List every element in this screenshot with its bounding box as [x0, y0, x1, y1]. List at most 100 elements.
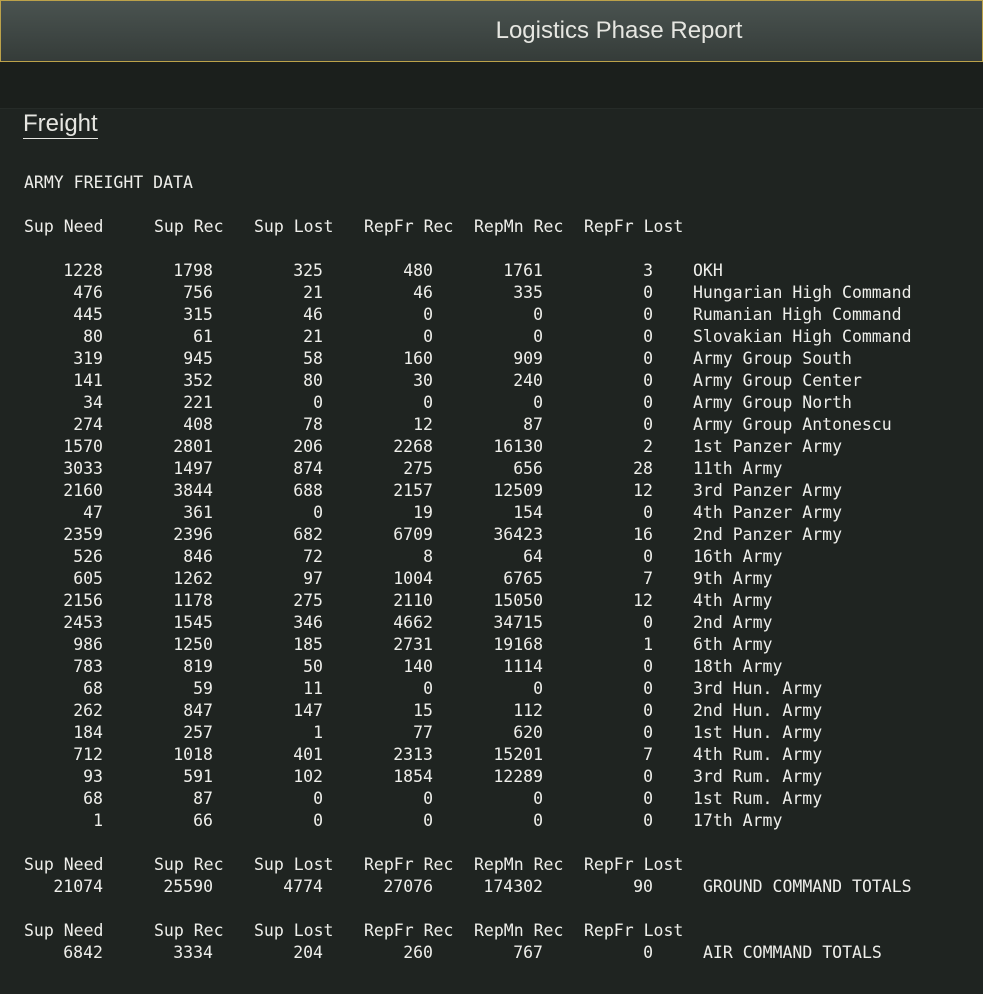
cell-repfr-rec: 27076 — [383, 877, 433, 896]
cell-sup-need: 6842 — [63, 943, 103, 962]
cell-repfr-rec: 15 — [413, 701, 433, 720]
freight-tab-heading[interactable]: Freight — [23, 110, 98, 139]
cell-repmn-rec: 656 — [513, 459, 543, 478]
cell-repfr-rec: 480 — [403, 261, 433, 280]
totals-label: GROUND COMMAND TOTALS — [703, 877, 912, 896]
cell-repfr-lost: 0 — [643, 415, 653, 434]
cell-sup-rec: 819 — [183, 657, 213, 676]
cell-sup-rec: 352 — [183, 371, 213, 390]
cell-sup-lost: 72 — [303, 547, 323, 566]
cell-repfr-rec: 0 — [423, 327, 433, 346]
cell-repfr-lost: 12 — [633, 481, 653, 500]
unit-name: 2nd Hun. Army — [693, 701, 823, 720]
cell-sup-need: 47 — [83, 503, 103, 522]
cell-sup-need: 783 — [73, 657, 103, 676]
table-row: 2160 3844 688 2157 12509 12 3rd Panzer Army — [0, 480, 983, 502]
cell-sup-lost: 46 — [303, 305, 323, 324]
cell-sup-need: 80 — [83, 327, 103, 346]
unit-name: Army Group Antonescu — [693, 415, 892, 434]
cell-repmn-rec: 0 — [533, 393, 543, 412]
cell-repfr-lost: 2 — [643, 437, 653, 456]
cell-repmn-rec: 19168 — [493, 635, 543, 654]
cell-sup-rec: 756 — [183, 283, 213, 302]
cell-sup-rec: 847 — [183, 701, 213, 720]
cell-sup-rec: 1798 — [173, 261, 213, 280]
cell-sup-lost: 401 — [293, 745, 323, 764]
cell-sup-lost: 204 — [293, 943, 323, 962]
cell-sup-rec: 257 — [183, 723, 213, 742]
table-row: 783 819 50 140 1114 0 18th Army — [0, 656, 983, 678]
col-sup-lost: Sup Lost — [254, 855, 334, 874]
cell-repfr-lost: 0 — [643, 283, 653, 302]
unit-name: 11th Army — [693, 459, 783, 478]
table-row: 68 87 0 0 0 0 1st Rum. Army — [0, 788, 983, 810]
cell-repfr-lost: 0 — [643, 701, 653, 720]
cell-sup-rec: 1497 — [173, 459, 213, 478]
cell-sup-rec: 87 — [193, 789, 213, 808]
unit-name: 4th Rum. Army — [693, 745, 823, 764]
cell-repmn-rec: 12509 — [493, 481, 543, 500]
cell-sup-rec: 3334 — [173, 943, 213, 962]
cell-repmn-rec: 6765 — [503, 569, 543, 588]
unit-name: 18th Army — [693, 657, 783, 676]
cell-sup-need: 319 — [73, 349, 103, 368]
cell-repmn-rec: 15201 — [493, 745, 543, 764]
unit-name: 1st Panzer Army — [693, 437, 843, 456]
col-repfr-rec: RepFr Rec — [364, 217, 454, 236]
section-subtitle: ARMY FREIGHT DATA — [24, 173, 193, 192]
cell-repfr-lost: 0 — [643, 679, 653, 698]
cell-repmn-rec: 174302 — [483, 877, 543, 896]
cell-repfr-rec: 77 — [413, 723, 433, 742]
unit-name: 2nd Panzer Army — [693, 525, 843, 544]
cell-repfr-rec: 19 — [413, 503, 433, 522]
cell-repmn-rec: 0 — [533, 789, 543, 808]
col-sup-rec: Sup Rec — [154, 855, 224, 874]
cell-sup-rec: 846 — [183, 547, 213, 566]
cell-sup-lost: 325 — [293, 261, 323, 280]
cell-sup-lost: 346 — [293, 613, 323, 632]
cell-repfr-lost: 0 — [643, 371, 653, 390]
cell-sup-lost: 4774 — [283, 877, 323, 896]
ground-totals-values: 21074 25590 4774 27076 174302 90 GROUND COMMAN… — [0, 876, 983, 898]
table-row: 526 846 72 8 64 0 16th Army — [0, 546, 983, 568]
unit-name: 4th Panzer Army — [693, 503, 843, 522]
cell-sup-rec: 315 — [183, 305, 213, 324]
cell-repfr-lost: 28 — [633, 459, 653, 478]
table-row: 184 257 1 77 620 0 1st Hun. Army — [0, 722, 983, 744]
cell-repfr-rec: 1854 — [393, 767, 433, 786]
cell-repfr-lost: 0 — [643, 811, 653, 830]
cell-sup-need: 445 — [73, 305, 103, 324]
cell-repfr-lost: 7 — [643, 745, 653, 764]
unit-name: Slovakian High Command — [693, 327, 912, 346]
cell-sup-need: 712 — [73, 745, 103, 764]
cell-repfr-lost: 0 — [643, 349, 653, 368]
cell-repfr-rec: 0 — [423, 811, 433, 830]
col-sup-lost: Sup Lost — [254, 921, 334, 940]
unit-name: 3rd Rum. Army — [693, 767, 823, 786]
col-repfr-lost: RepFr Lost — [584, 217, 684, 236]
cell-sup-need: 34 — [83, 393, 103, 412]
cell-repfr-rec: 1004 — [393, 569, 433, 588]
unit-name: 6th Army — [693, 635, 773, 654]
unit-name: OKH — [693, 261, 723, 280]
cell-sup-need: 141 — [73, 371, 103, 390]
table-row: 80 61 21 0 0 0 Slovakian High Command — [0, 326, 983, 348]
cell-sup-need: 68 — [83, 789, 103, 808]
table-row: 141 352 80 30 240 0 Army Group Center — [0, 370, 983, 392]
cell-sup-lost: 58 — [303, 349, 323, 368]
col-repmn-rec: RepMn Rec — [474, 921, 564, 940]
col-sup-rec: Sup Rec — [154, 921, 224, 940]
table-row: 986 1250 185 2731 19168 1 6th Army — [0, 634, 983, 656]
cell-repfr-rec: 46 — [413, 283, 433, 302]
cell-sup-lost: 80 — [303, 371, 323, 390]
cell-sup-lost: 0 — [313, 393, 323, 412]
cell-repfr-rec: 0 — [423, 305, 433, 324]
unit-name: 16th Army — [693, 547, 783, 566]
cell-sup-lost: 0 — [313, 789, 323, 808]
cell-repfr-rec: 260 — [403, 943, 433, 962]
cell-sup-lost: 0 — [313, 811, 323, 830]
cell-repfr-rec: 6709 — [393, 525, 433, 544]
unit-name: 9th Army — [693, 569, 773, 588]
cell-repfr-lost: 0 — [643, 503, 653, 522]
cell-sup-need: 1570 — [63, 437, 103, 456]
